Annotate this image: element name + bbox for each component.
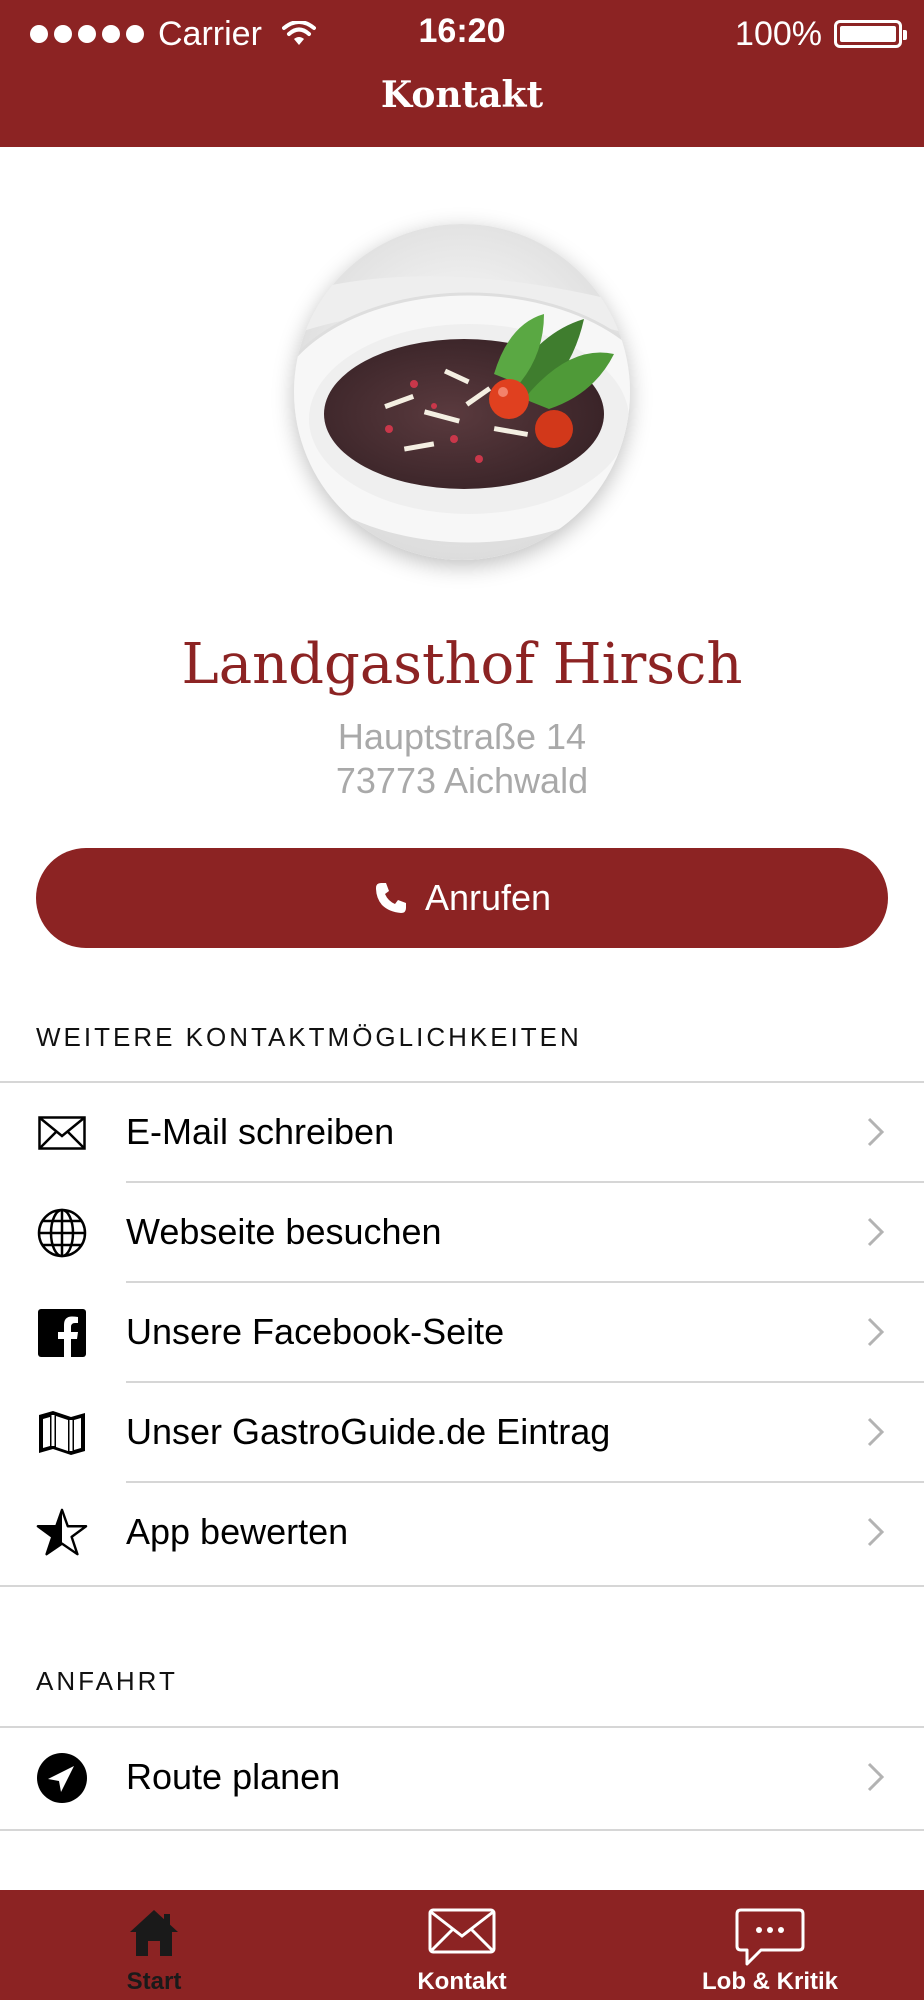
address-city: 73773 Aichwald <box>335 760 589 801</box>
chevron-right-icon <box>867 1762 885 1792</box>
star-icon <box>36 1507 88 1559</box>
mail-icon <box>36 1107 88 1159</box>
list-item-route[interactable]: Route planen <box>0 1727 924 1827</box>
battery-icon <box>834 20 907 48</box>
list-item-label: Unsere Facebook-Seite <box>126 1311 505 1352</box>
tab-lob-kritik[interactable]: Lob & Kritik <box>616 1890 924 2000</box>
status-right: 100% <box>735 14 907 54</box>
tab-bar: Start Kontakt Lob & Kritik <box>0 1890 924 2000</box>
list-item-facebook[interactable]: Unsere Facebook-Seite <box>0 1282 924 1382</box>
mail-icon <box>428 1908 496 1954</box>
list-item-label: Route planen <box>126 1756 341 1797</box>
chevron-right-icon <box>867 1517 885 1547</box>
battery-percentage: 100% <box>735 14 822 53</box>
tab-label: Start <box>126 1968 182 1995</box>
tab-kontakt[interactable]: Kontakt <box>308 1890 616 2000</box>
navigation-bar: Carrier 16:20 100% Kontakt <box>0 0 924 147</box>
location-arrow-icon <box>36 1752 88 1804</box>
list-item-label: Webseite besuchen <box>126 1211 442 1252</box>
call-button-label: Anrufen <box>424 877 552 918</box>
tab-start[interactable]: Start <box>0 1890 308 2000</box>
food-plate-image <box>294 224 630 560</box>
chevron-right-icon <box>867 1317 885 1347</box>
home-icon <box>130 1910 178 1956</box>
list-item-label: E-Mail schreiben <box>126 1111 395 1152</box>
tab-label: Kontakt <box>417 1968 507 1995</box>
list-item-label: Unser GastroGuide.de Eintrag <box>126 1411 611 1452</box>
restaurant-photo <box>294 224 630 560</box>
chevron-right-icon <box>867 1217 885 1247</box>
chat-bubble-icon <box>735 1908 805 1966</box>
page-title: Kontakt <box>380 74 544 116</box>
globe-icon <box>36 1207 88 1259</box>
list-item-gastroguide[interactable]: Unser GastroGuide.de Eintrag <box>0 1382 924 1482</box>
phone-icon <box>375 883 406 913</box>
map-icon <box>36 1407 88 1459</box>
list-item-rate-app[interactable]: App bewerten <box>0 1482 924 1582</box>
call-button[interactable]: Anrufen <box>36 848 888 948</box>
chevron-right-icon <box>867 1417 885 1447</box>
restaurant-name: Landgasthof Hirsch <box>181 632 743 697</box>
list-item-email[interactable]: E-Mail schreiben <box>0 1082 924 1182</box>
tab-label: Lob & Kritik <box>702 1968 838 1995</box>
section-header-contact: WEITERE KONTAKTMÖGLICHKEITEN <box>36 1022 582 1052</box>
list-item-label: App bewerten <box>126 1511 349 1552</box>
address-street: Hauptstraße 14 <box>337 716 587 757</box>
section-header-directions: ANFAHRT <box>36 1666 178 1696</box>
list-item-website[interactable]: Webseite besuchen <box>0 1182 924 1282</box>
divider <box>0 1585 924 1587</box>
facebook-icon <box>36 1307 88 1359</box>
divider <box>0 1829 924 1831</box>
chevron-right-icon <box>867 1117 885 1147</box>
